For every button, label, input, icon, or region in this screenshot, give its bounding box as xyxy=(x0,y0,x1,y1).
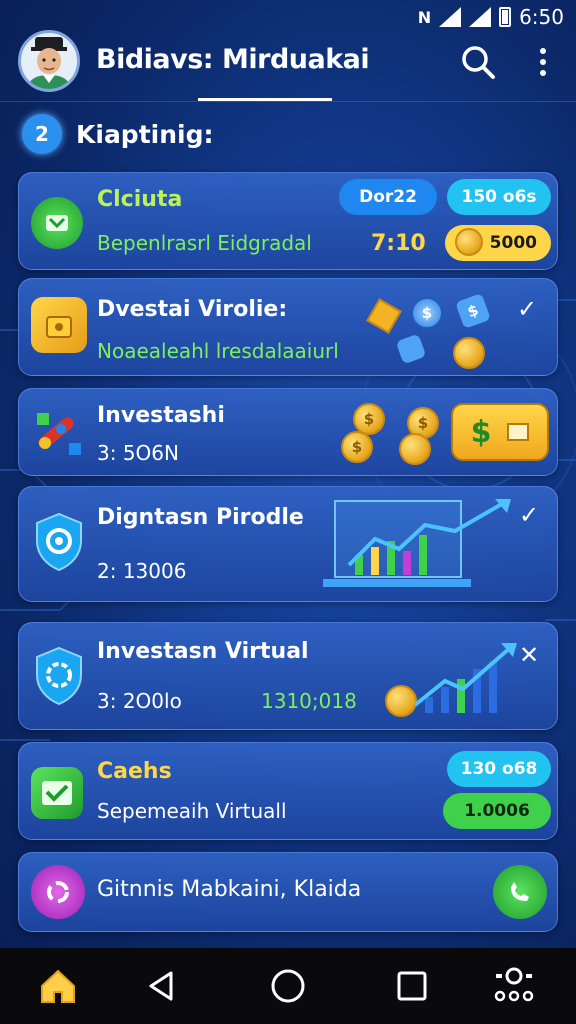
amount-value: 5000 xyxy=(489,233,537,253)
home-circle-icon xyxy=(271,969,305,1003)
card-title: Caehs xyxy=(97,759,172,784)
list-item-card-6[interactable]: Caehs Sepemeaih Virtuall 130 o68 1.0006 xyxy=(18,742,558,840)
treasure-box-icon xyxy=(31,297,87,353)
more-dot-icon xyxy=(540,70,546,76)
status-badge: 150 o6s xyxy=(447,179,551,215)
more-dot-icon xyxy=(540,48,546,54)
check-icon[interactable]: ✓ xyxy=(517,295,537,323)
nav-home-button[interactable] xyxy=(36,964,80,1008)
card-value: 1310;018 xyxy=(261,689,357,713)
nav-accessibility-button[interactable] xyxy=(492,964,536,1008)
dollar-tag-icon: $ xyxy=(455,293,491,329)
page-title: Bidiavs: Mirduakai xyxy=(96,44,370,75)
home-icon xyxy=(41,969,75,1003)
app-header: Bidiavs: Mirduakai xyxy=(0,30,576,102)
puzzle-icon xyxy=(29,403,89,463)
section-badge-icon: 2 xyxy=(22,114,62,154)
wallet-icon xyxy=(31,197,83,249)
nav-recents-button[interactable] xyxy=(390,964,434,1008)
card-value: 7:10 xyxy=(371,231,426,256)
cube-icon xyxy=(366,298,402,334)
recents-square-icon xyxy=(397,971,427,1001)
coin-icon xyxy=(399,433,431,465)
amount-pill: 1.0006 xyxy=(443,793,551,829)
shield-gear-icon xyxy=(31,645,87,707)
card-subtitle: Bepenlrasrl Eidgradal xyxy=(97,231,312,255)
more-dot-icon xyxy=(540,59,546,65)
shield-gear-icon xyxy=(31,511,87,573)
coin-icon xyxy=(453,337,485,369)
cash-note-icon: $ xyxy=(451,403,549,461)
chevron-down-icon[interactable]: ✓ xyxy=(519,501,539,529)
list-item-card-7[interactable]: Gitnnis Mabkaini, Klaida xyxy=(18,852,558,932)
card-subtitle: Sepemeaih Virtuall xyxy=(97,799,287,823)
nav-home-circle-button[interactable] xyxy=(266,964,310,1008)
nfc-icon: N xyxy=(417,7,432,27)
card-title: Clciuta xyxy=(97,187,183,212)
list-item-card-1[interactable]: Clciuta Bepenlrasrl Eidgradal Dor22 150 … xyxy=(18,172,558,270)
search-button[interactable] xyxy=(460,44,496,80)
growth-chart-icon xyxy=(413,643,517,713)
nav-back-button[interactable] xyxy=(140,964,184,1008)
card-title: Investashi xyxy=(97,403,225,428)
active-tab-indicator xyxy=(198,98,332,101)
status-badge: Dor22 xyxy=(339,179,437,215)
card-subtitle: Noaealeahl lresdalaaiurl xyxy=(97,339,339,363)
game-icon xyxy=(31,865,85,919)
list-item-card-2[interactable]: Dvestai Virolie: Noaealeahl lresdalaaiur… xyxy=(18,278,558,376)
card-subtitle: 3: 5O6N xyxy=(97,441,179,465)
phone-icon xyxy=(511,882,529,901)
close-icon[interactable]: ✕ xyxy=(519,641,539,669)
status-time: 6:50 xyxy=(519,5,564,29)
list-item-card-3[interactable]: Investashi 3: 5O6N $ $ $ $ xyxy=(18,388,558,476)
wifi-signal-icon xyxy=(469,7,492,27)
status-badge: 130 o68 xyxy=(447,751,551,787)
chart-laptop-icon xyxy=(323,499,511,587)
avatar[interactable] xyxy=(18,30,80,92)
section-header: 2 Kiaptinig: xyxy=(22,114,214,154)
note-icon xyxy=(395,333,427,365)
amount-pill: 5000 xyxy=(445,225,551,261)
search-icon xyxy=(462,46,495,79)
more-options-button[interactable] xyxy=(528,44,558,80)
card-subtitle: 3: 2O0lo xyxy=(97,689,182,713)
signal-icon xyxy=(439,7,462,27)
back-triangle-icon xyxy=(149,971,173,1001)
status-bar: N 6:50 xyxy=(0,0,576,34)
card-subtitle: 2: 13006 xyxy=(97,559,187,583)
list-item-card-4[interactable]: Digntasn Pirodle 2: 13006 ✓ xyxy=(18,486,558,602)
card-title: Digntasn Pirodle xyxy=(97,505,304,530)
user-avatar-icon xyxy=(27,37,71,89)
check-box-icon xyxy=(31,767,83,819)
dollar-coin-icon: $ xyxy=(411,297,443,329)
card-title: Investasn Virtual xyxy=(97,639,309,664)
coin-icon xyxy=(455,228,483,256)
accessibility-icon xyxy=(494,967,534,1002)
list-item-card-5[interactable]: Investasn Virtual 3: 2O0lo 1310;018 ✕ xyxy=(18,622,558,730)
card-title: Gitnnis Mabkaini, Klaida xyxy=(97,877,362,902)
battery-icon xyxy=(499,7,512,27)
coin-icon: $ xyxy=(341,431,373,463)
system-navigation-bar xyxy=(0,948,576,1024)
card-title: Dvestai Virolie: xyxy=(97,297,288,322)
section-title: Kiaptinig: xyxy=(76,119,214,149)
phone-call-button[interactable] xyxy=(493,865,547,919)
